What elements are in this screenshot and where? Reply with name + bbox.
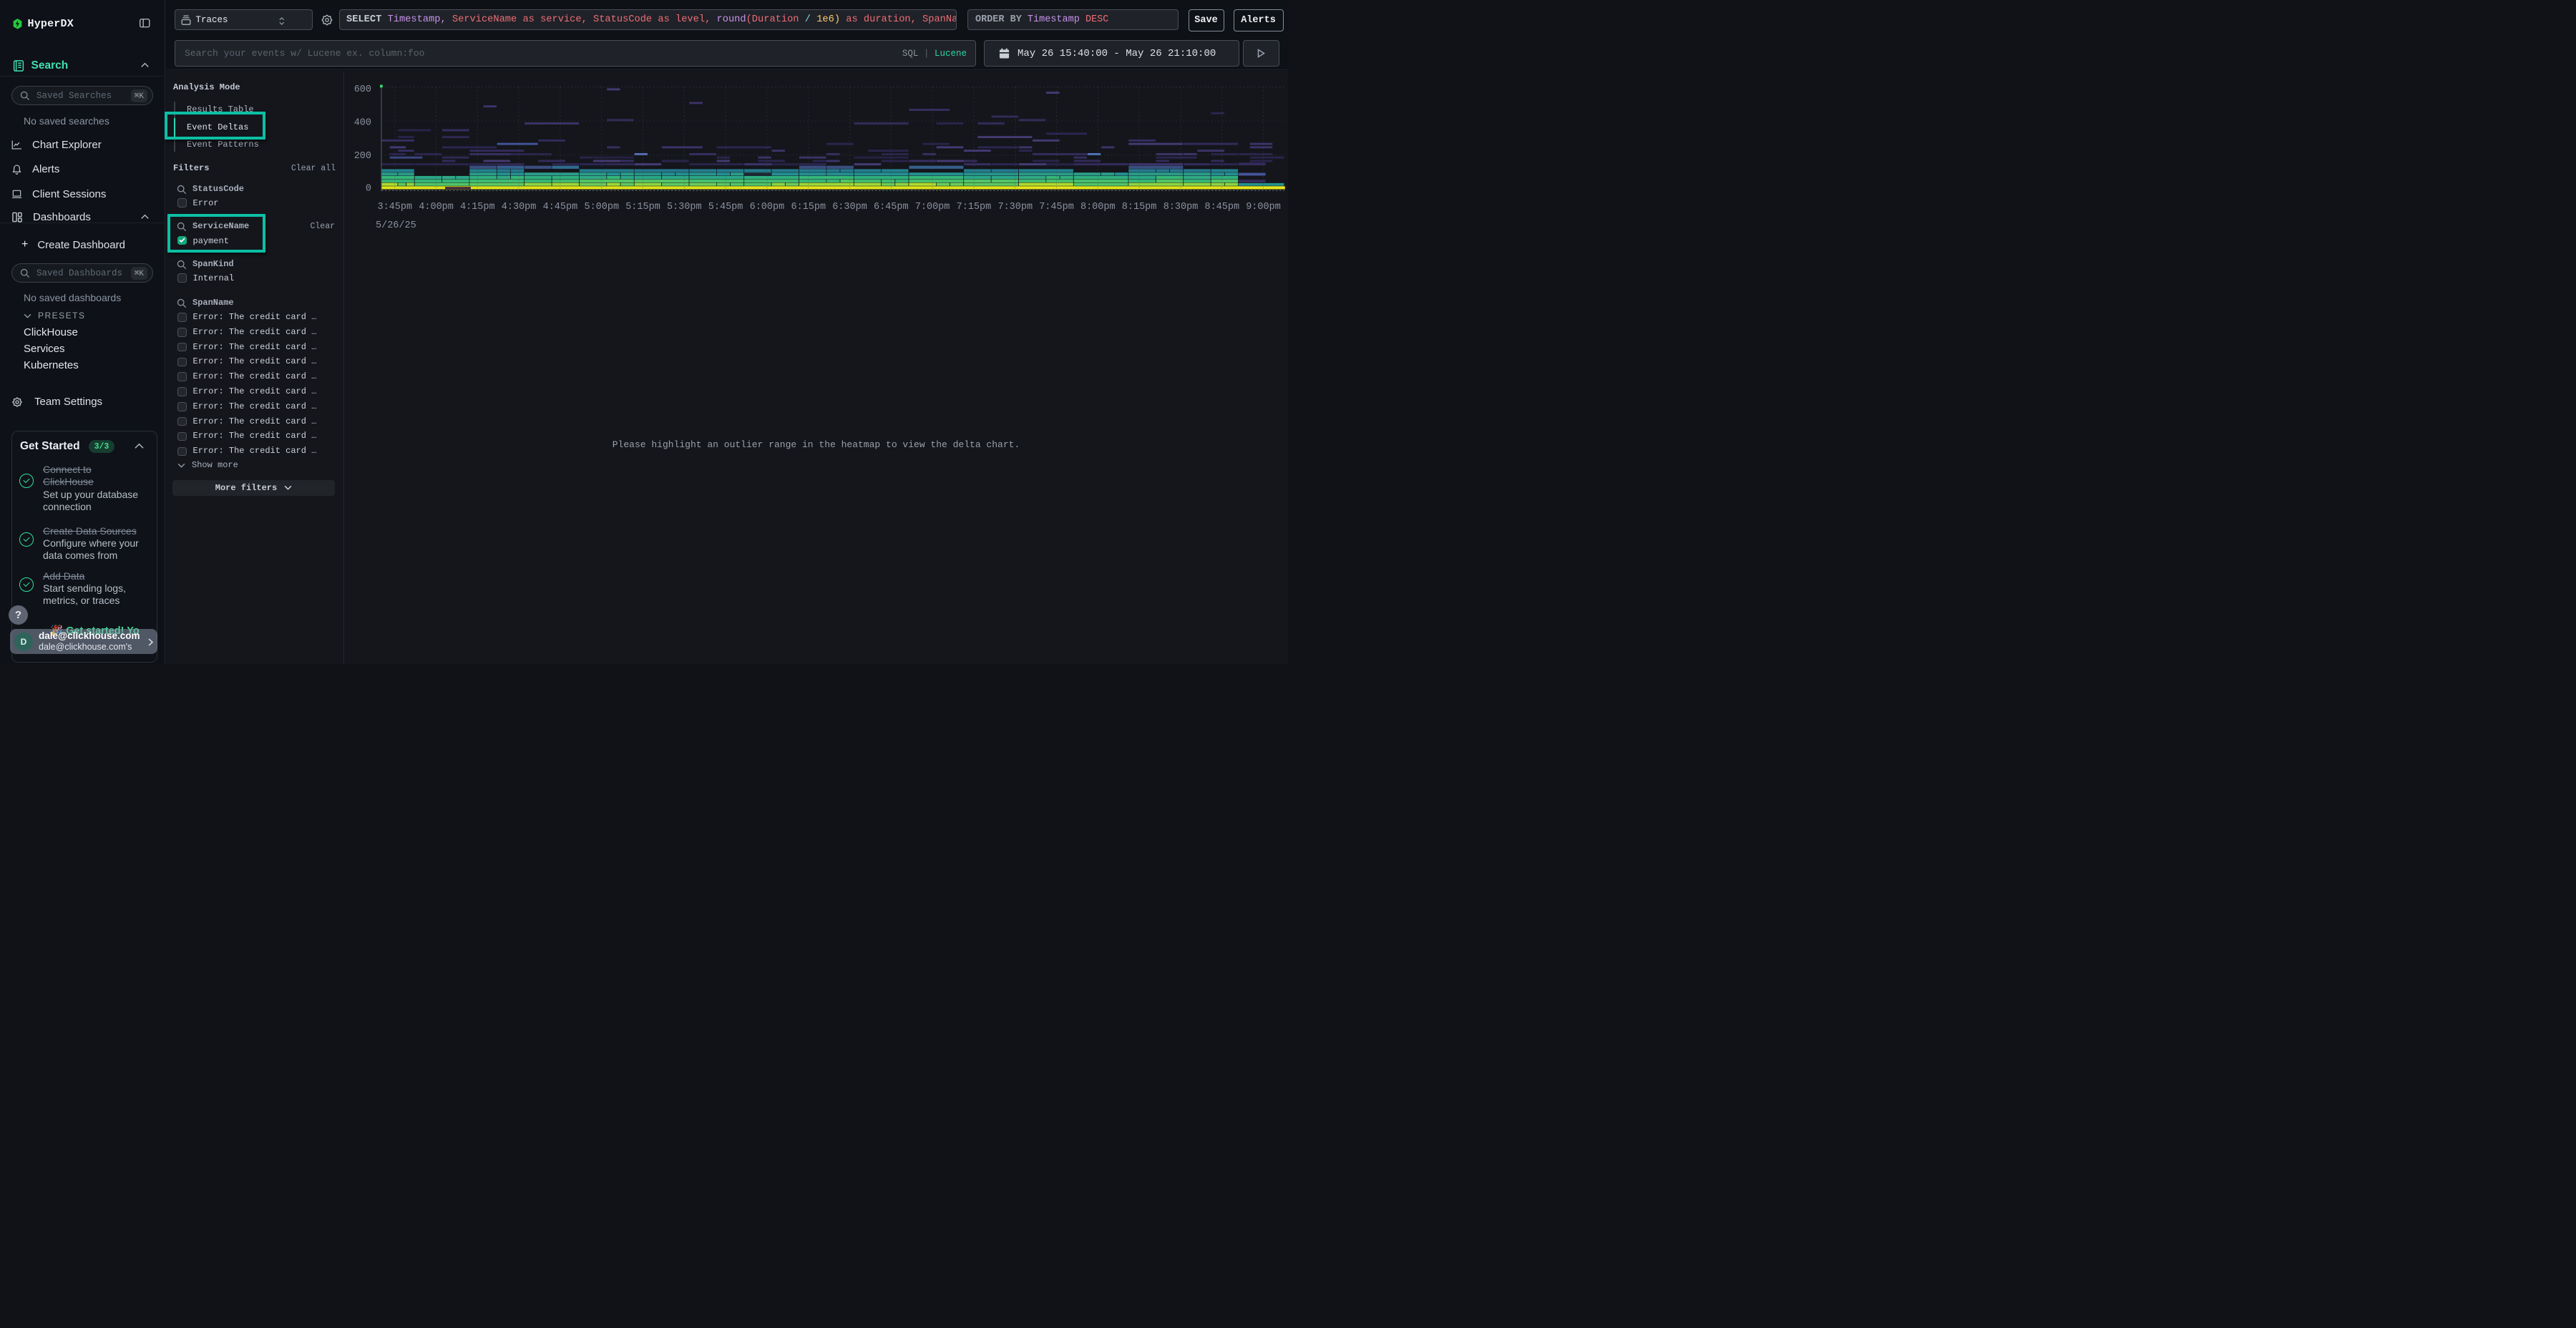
svg-text:6:15pm: 6:15pm xyxy=(791,202,826,213)
svg-text:200: 200 xyxy=(354,151,371,162)
svg-text:5/26/25: 5/26/25 xyxy=(376,220,416,231)
svg-text:5:00pm: 5:00pm xyxy=(584,202,619,213)
svg-text:6:45pm: 6:45pm xyxy=(874,202,909,213)
svg-text:4:00pm: 4:00pm xyxy=(419,202,454,213)
svg-text:8:15pm: 8:15pm xyxy=(1122,202,1157,213)
svg-text:9:00pm: 9:00pm xyxy=(1246,202,1281,213)
svg-text:4:30pm: 4:30pm xyxy=(502,202,537,213)
svg-text:7:15pm: 7:15pm xyxy=(957,202,992,213)
svg-text:7:30pm: 7:30pm xyxy=(997,202,1033,213)
svg-text:4:45pm: 4:45pm xyxy=(543,202,578,213)
svg-text:600: 600 xyxy=(354,84,371,95)
svg-text:8:00pm: 8:00pm xyxy=(1080,202,1116,213)
svg-text:6:30pm: 6:30pm xyxy=(832,202,867,213)
svg-text:400: 400 xyxy=(354,118,371,129)
svg-text:5:30pm: 5:30pm xyxy=(667,202,702,213)
svg-text:3:45pm: 3:45pm xyxy=(377,202,412,213)
svg-text:7:00pm: 7:00pm xyxy=(915,202,950,213)
svg-text:8:45pm: 8:45pm xyxy=(1204,202,1239,213)
svg-text:0: 0 xyxy=(366,184,371,195)
svg-text:5:45pm: 5:45pm xyxy=(708,202,743,213)
svg-text:6:00pm: 6:00pm xyxy=(750,202,785,213)
svg-text:8:30pm: 8:30pm xyxy=(1163,202,1199,213)
svg-text:5:15pm: 5:15pm xyxy=(625,202,660,213)
svg-text:7:45pm: 7:45pm xyxy=(1039,202,1074,213)
svg-text:4:15pm: 4:15pm xyxy=(460,202,495,213)
